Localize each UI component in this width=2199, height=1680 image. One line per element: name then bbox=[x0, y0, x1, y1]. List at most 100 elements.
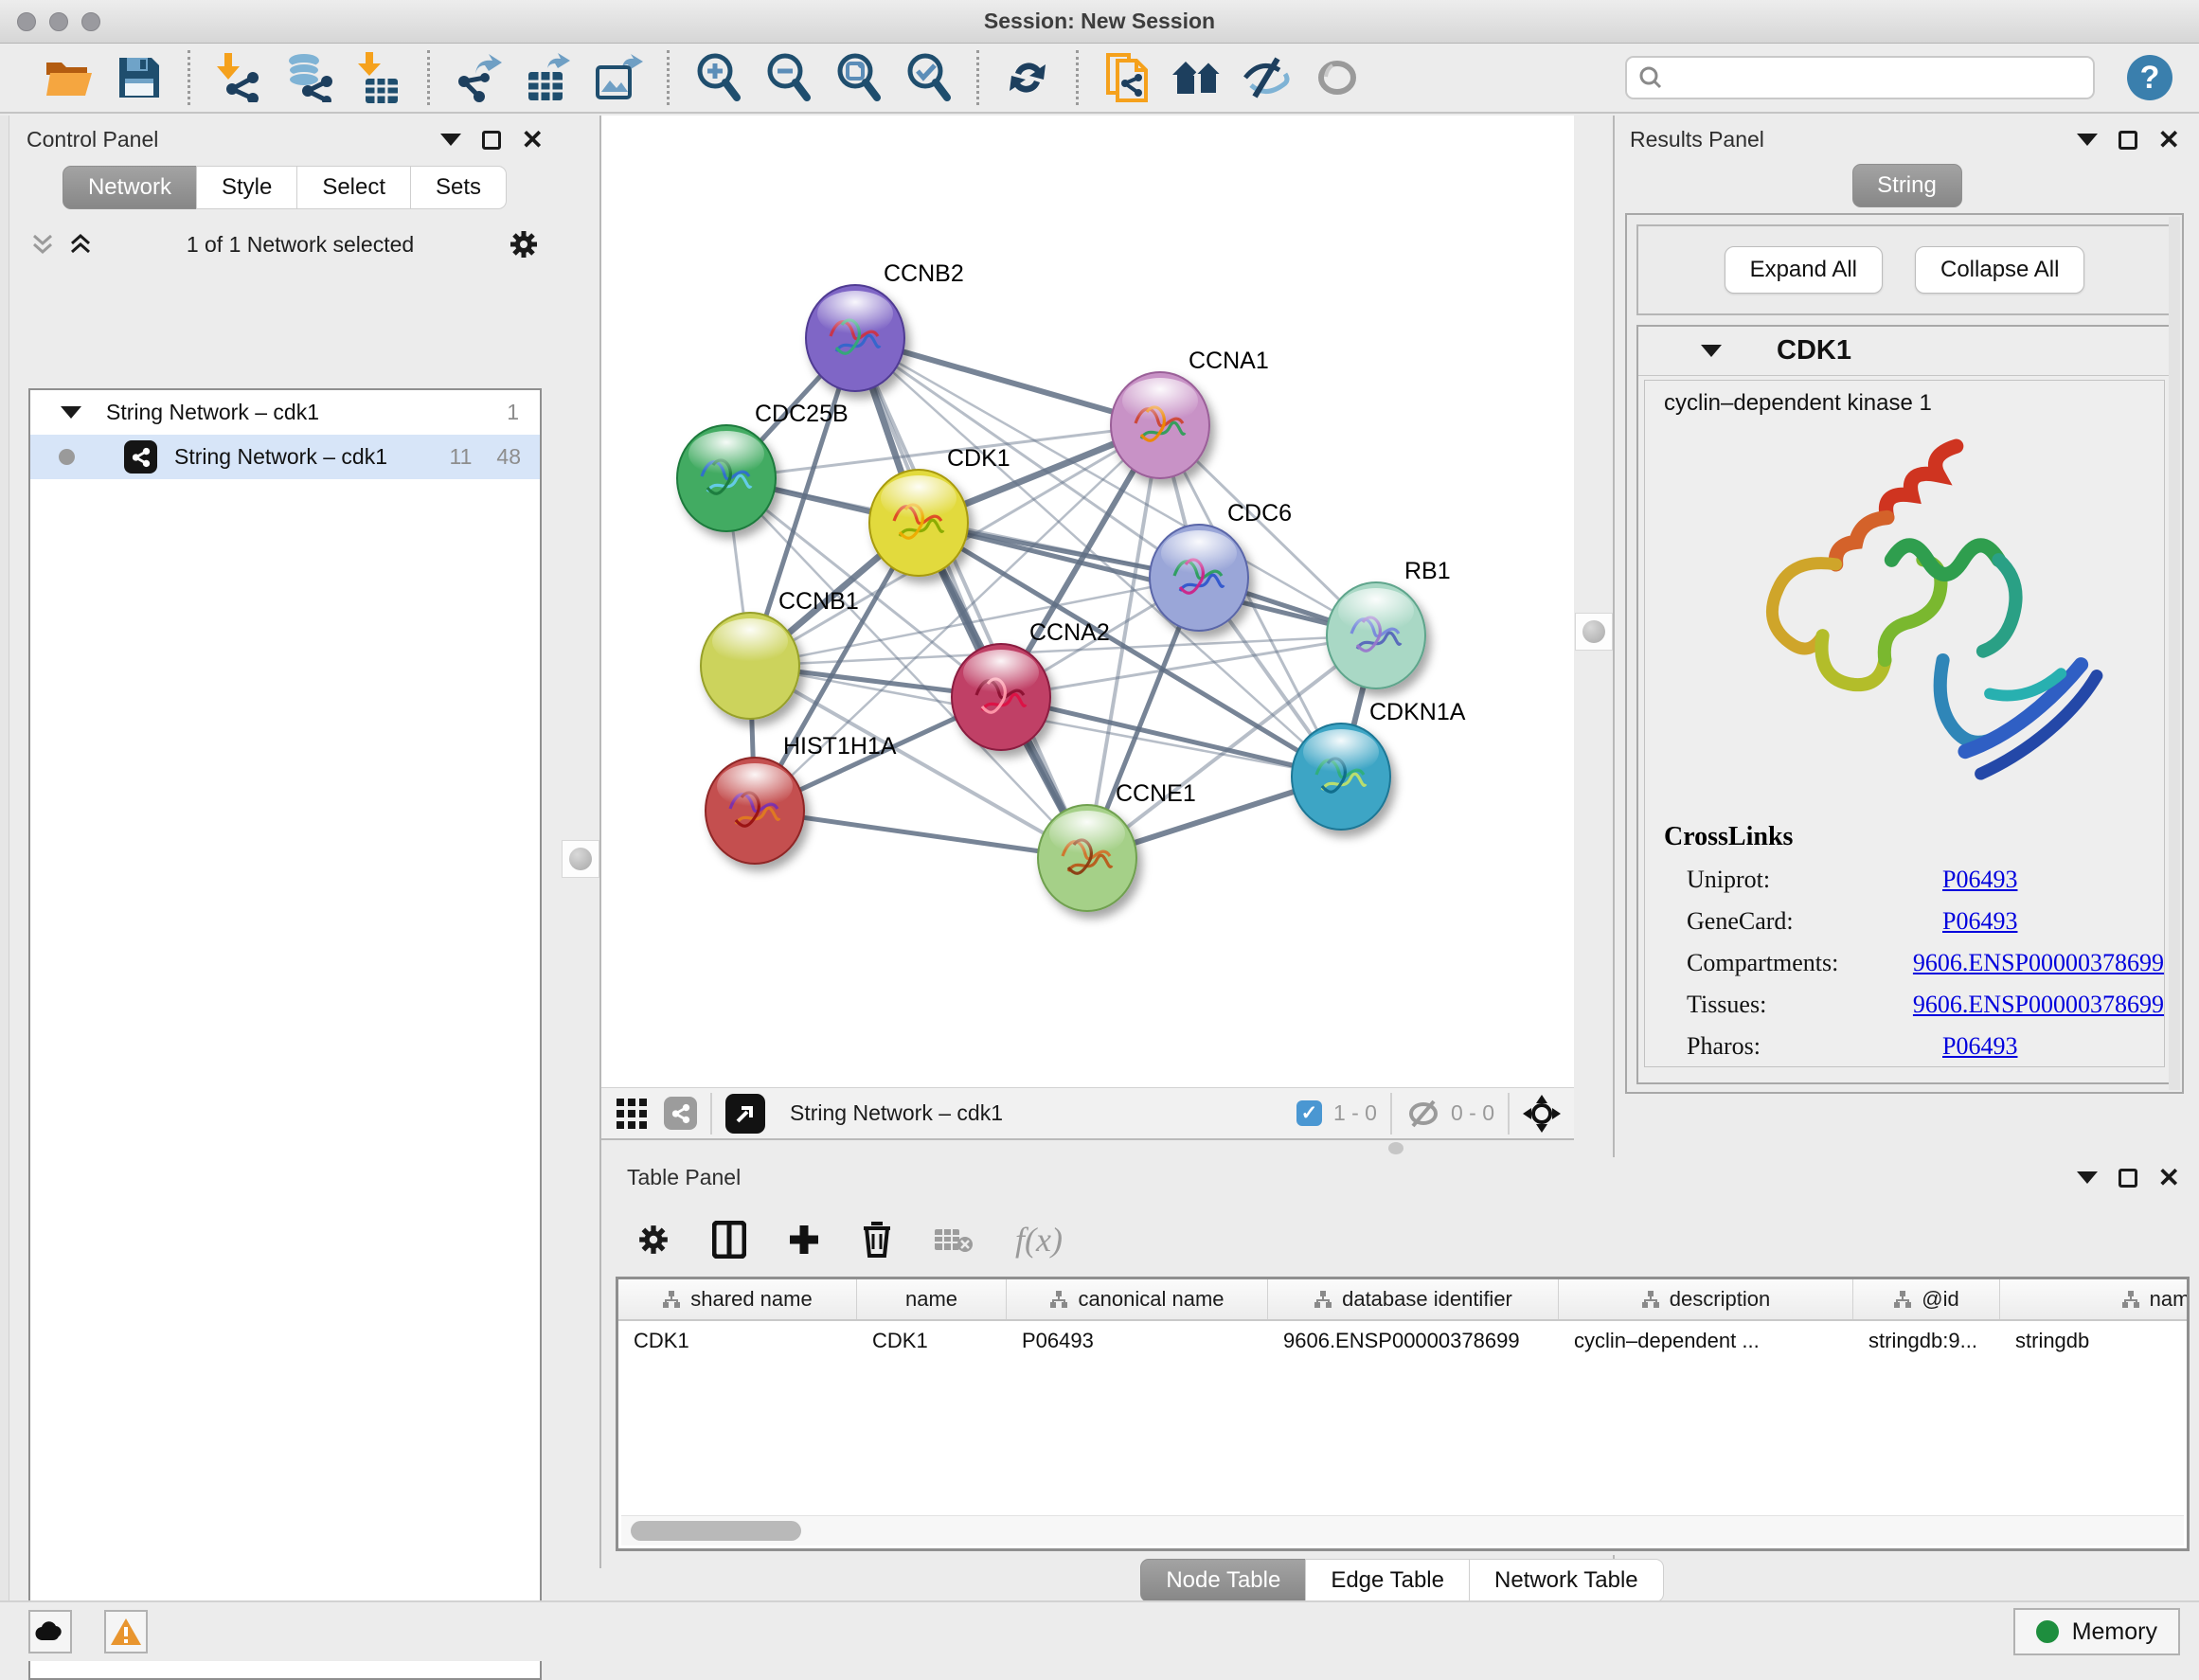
network-node[interactable]: RB1 bbox=[1327, 558, 1451, 688]
panel-menu-icon[interactable] bbox=[440, 134, 461, 146]
warnings-button[interactable] bbox=[104, 1610, 148, 1653]
expand-all-button[interactable]: Expand All bbox=[1725, 246, 1883, 294]
column-header[interactable]: description bbox=[1559, 1279, 1853, 1319]
uniprot-link[interactable]: P06493 bbox=[1942, 866, 2017, 894]
show-all-button[interactable] bbox=[1310, 50, 1365, 105]
zoom-in-button[interactable] bbox=[690, 50, 745, 105]
tab-network-table[interactable]: Network Table bbox=[1469, 1559, 1664, 1602]
first-neighbors-button[interactable] bbox=[1170, 50, 1225, 105]
save-session-button[interactable] bbox=[112, 50, 167, 105]
tab-select[interactable]: Select bbox=[296, 166, 411, 209]
pharos-link[interactable]: P06493 bbox=[1942, 1032, 2017, 1061]
zoom-fit-button[interactable] bbox=[831, 50, 885, 105]
crosslinks-title: CrossLinks bbox=[1664, 822, 2164, 852]
tab-node-table[interactable]: Node Table bbox=[1140, 1559, 1306, 1602]
search-input[interactable] bbox=[1663, 65, 2093, 90]
network-edge[interactable] bbox=[755, 811, 1087, 858]
table-options-gear-icon[interactable] bbox=[636, 1223, 670, 1257]
close-panel-icon[interactable]: ✕ bbox=[522, 131, 544, 150]
network-selection-status: 1 of 1 Network selected bbox=[93, 232, 508, 258]
tissues-link[interactable]: 9606.ENSP00000378699 bbox=[1913, 991, 2164, 1019]
network-collection-row[interactable]: String Network – cdk1 1 bbox=[30, 390, 540, 435]
gene-section-header[interactable]: CDK1 bbox=[1638, 327, 2171, 376]
import-table-from-file-button[interactable] bbox=[351, 50, 406, 105]
hide-selected-button[interactable] bbox=[1240, 50, 1295, 105]
network-node[interactable]: CCNA1 bbox=[1111, 348, 1269, 478]
compartments-link[interactable]: 9606.ENSP00000378699 bbox=[1913, 949, 2164, 977]
open-session-button[interactable] bbox=[42, 50, 97, 105]
column-header[interactable]: database identifier bbox=[1268, 1279, 1559, 1319]
memory-status-dot bbox=[2036, 1620, 2059, 1643]
collapse-all-button[interactable]: Collapse All bbox=[1915, 246, 2084, 294]
results-scrollbar[interactable] bbox=[2169, 217, 2180, 1090]
tab-edge-table[interactable]: Edge Table bbox=[1305, 1559, 1470, 1602]
right-splitter-handle[interactable] bbox=[1575, 613, 1613, 651]
gene-expand-icon[interactable] bbox=[1701, 345, 1722, 357]
close-panel-icon[interactable]: ✕ bbox=[2158, 131, 2180, 150]
help-button[interactable]: ? bbox=[2127, 55, 2172, 100]
import-network-from-file-button[interactable] bbox=[211, 50, 266, 105]
column-header[interactable]: canonical name bbox=[1007, 1279, 1268, 1319]
memory-button[interactable]: Memory bbox=[2013, 1608, 2180, 1655]
collection-expand-icon[interactable] bbox=[61, 406, 81, 419]
genecard-link[interactable]: P06493 bbox=[1942, 907, 2017, 936]
panel-menu-icon[interactable] bbox=[2077, 1171, 2098, 1184]
horizontal-splitter-handle[interactable] bbox=[1388, 1142, 1403, 1154]
network-node[interactable]: HIST1H1A bbox=[706, 733, 897, 864]
network-node[interactable]: CDKN1A bbox=[1292, 699, 1466, 830]
search-field[interactable] bbox=[1625, 56, 2095, 99]
tab-network[interactable]: Network bbox=[63, 166, 197, 209]
delete-column-icon[interactable] bbox=[862, 1222, 892, 1258]
column-header[interactable]: name bbox=[857, 1279, 1007, 1319]
selected-checkbox[interactable]: ✓ bbox=[1296, 1100, 1322, 1126]
node-label: CDK1 bbox=[947, 445, 1010, 472]
column-header[interactable]: namespace bbox=[2000, 1279, 2190, 1319]
clone-network-button[interactable] bbox=[1100, 50, 1154, 105]
tab-string[interactable]: String bbox=[1852, 164, 1962, 207]
collapse-all-icon[interactable] bbox=[30, 232, 55, 257]
close-panel-icon[interactable]: ✕ bbox=[2158, 1169, 2180, 1188]
table-hscrollbar[interactable] bbox=[621, 1515, 2184, 1546]
import-network-from-database-button[interactable] bbox=[281, 50, 336, 105]
float-panel-icon[interactable] bbox=[482, 131, 501, 150]
column-header[interactable]: @id bbox=[1853, 1279, 2000, 1319]
network-edge-count: 48 bbox=[496, 444, 521, 470]
network-edge[interactable] bbox=[855, 338, 1087, 858]
float-panel-icon[interactable] bbox=[2119, 131, 2137, 150]
network-node[interactable]: CCNB1 bbox=[701, 588, 859, 719]
network-view-icon[interactable] bbox=[664, 1097, 697, 1130]
node-label: CDC6 bbox=[1227, 500, 1292, 527]
window-left-edge bbox=[0, 116, 9, 1600]
export-image-button[interactable] bbox=[591, 50, 646, 105]
network-edge[interactable] bbox=[1001, 697, 1341, 777]
tab-style[interactable]: Style bbox=[196, 166, 297, 209]
tab-sets[interactable]: Sets bbox=[410, 166, 507, 209]
export-table-button[interactable] bbox=[521, 50, 576, 105]
zoom-selected-button[interactable] bbox=[901, 50, 956, 105]
status-bar: Memory bbox=[0, 1600, 2199, 1661]
detach-view-icon[interactable] bbox=[725, 1094, 765, 1134]
hidden-eye-icon[interactable] bbox=[1405, 1099, 1441, 1128]
grid-view-icon[interactable] bbox=[615, 1097, 649, 1131]
hscrollbar-thumb[interactable] bbox=[631, 1521, 801, 1541]
network-node[interactable]: CDK1 bbox=[869, 445, 1010, 576]
refresh-layout-button[interactable] bbox=[1000, 50, 1055, 105]
export-network-button[interactable] bbox=[451, 50, 506, 105]
left-splitter[interactable] bbox=[561, 116, 601, 1568]
network-canvas[interactable]: CCNB2CCNA1CDC25BCDK1CDC6RB1CCNB1CCNA2CDK… bbox=[601, 116, 1574, 1087]
node-label: CCNE1 bbox=[1116, 780, 1196, 807]
table-row[interactable]: CDK1 CDK1 P06493 9606.ENSP00000378699 cy… bbox=[618, 1321, 2187, 1361]
show-columns-icon[interactable] bbox=[712, 1221, 746, 1259]
panel-menu-icon[interactable] bbox=[2077, 134, 2098, 146]
add-column-icon[interactable] bbox=[788, 1224, 820, 1256]
left-splitter-handle[interactable] bbox=[562, 840, 599, 878]
network-node[interactable]: CCNB2 bbox=[806, 260, 964, 391]
fit-content-crosshair-icon[interactable] bbox=[1523, 1095, 1561, 1133]
network-options-gear-icon[interactable] bbox=[508, 228, 540, 260]
float-panel-icon[interactable] bbox=[2119, 1169, 2137, 1188]
expand-all-icon[interactable] bbox=[68, 232, 93, 257]
cloud-status-button[interactable] bbox=[28, 1610, 72, 1653]
zoom-out-button[interactable] bbox=[760, 50, 815, 105]
network-row-selected[interactable]: String Network – cdk1 11 48 bbox=[30, 435, 540, 479]
column-header[interactable]: shared name bbox=[618, 1279, 857, 1319]
